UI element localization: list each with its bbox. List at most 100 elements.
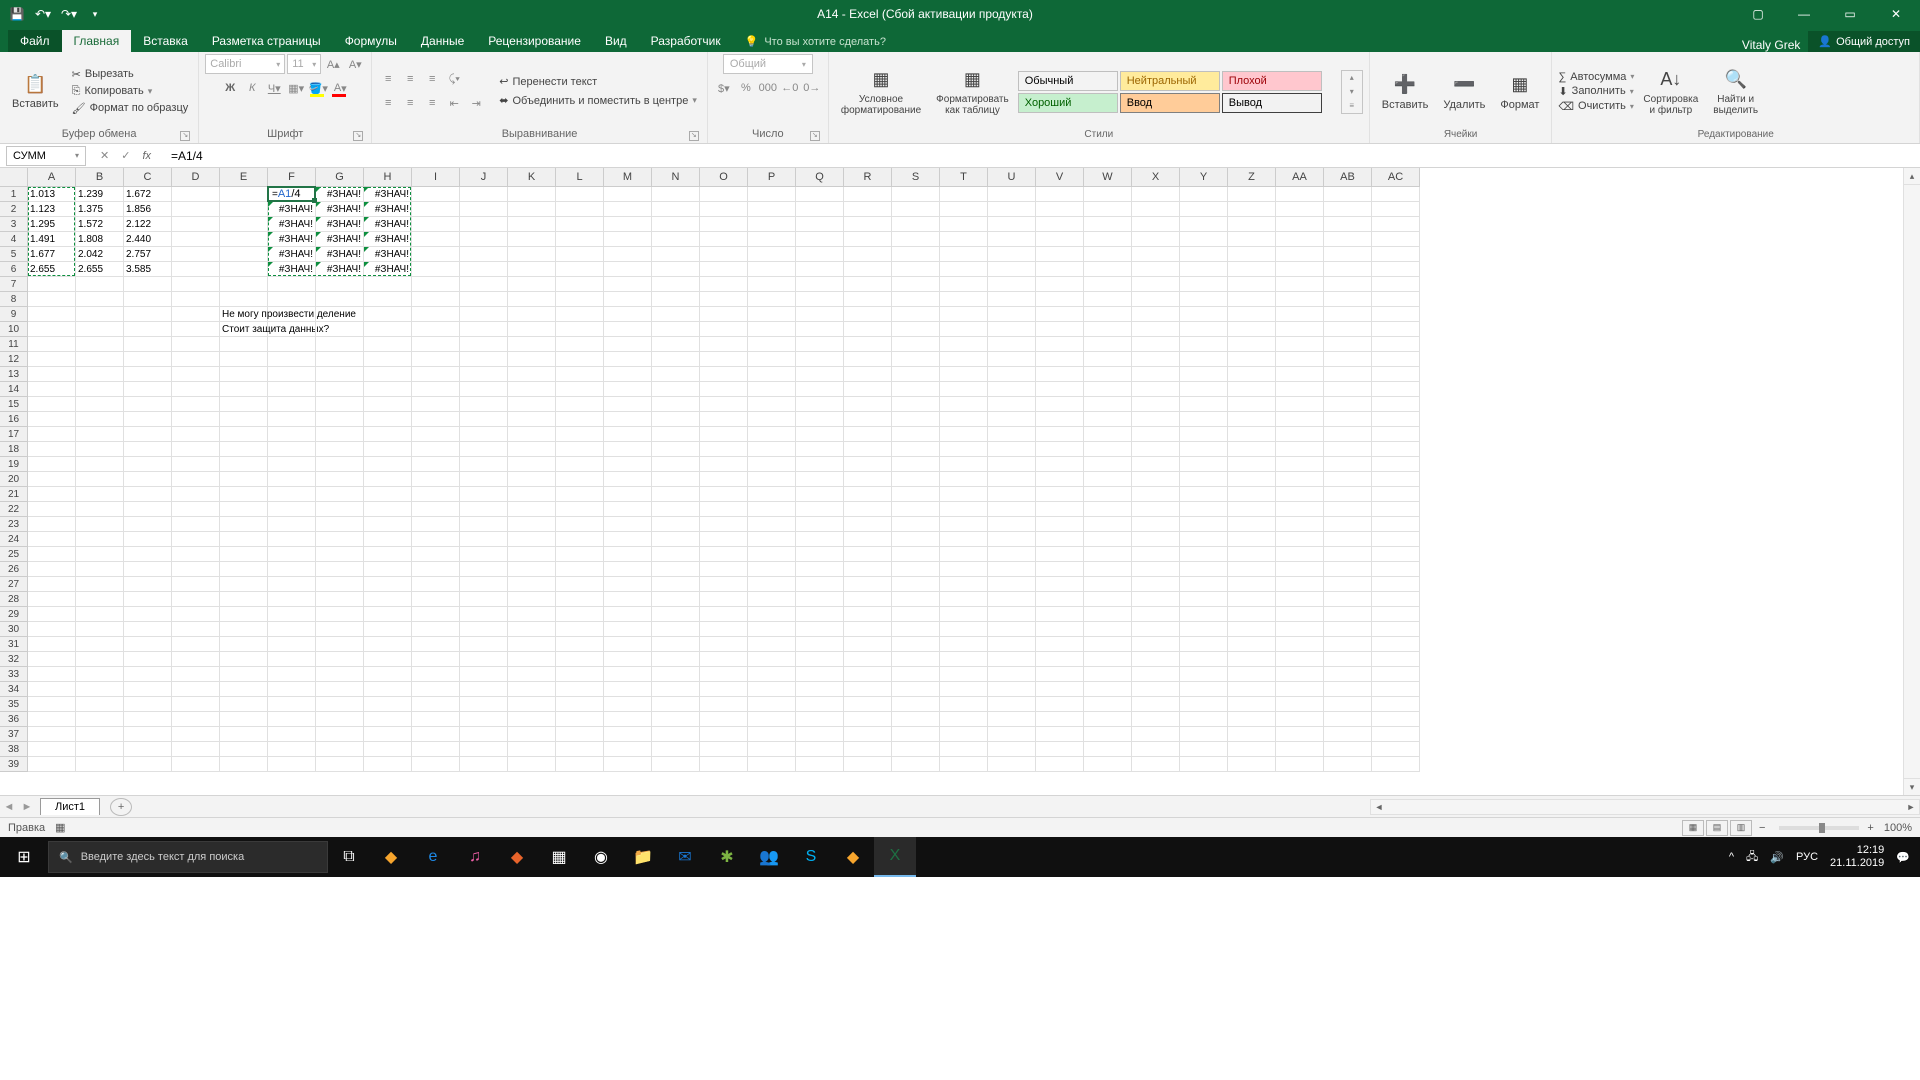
cell[interactable] — [844, 457, 892, 472]
cell[interactable] — [172, 682, 220, 697]
volume-icon[interactable]: 🔊 — [1770, 851, 1784, 864]
cell[interactable] — [76, 397, 124, 412]
cell[interactable] — [1084, 202, 1132, 217]
cell[interactable] — [556, 532, 604, 547]
cell[interactable] — [988, 622, 1036, 637]
cell[interactable] — [748, 457, 796, 472]
cell[interactable] — [988, 277, 1036, 292]
cell[interactable] — [1324, 217, 1372, 232]
cell[interactable] — [748, 712, 796, 727]
cell[interactable] — [748, 517, 796, 532]
cell[interactable] — [460, 337, 508, 352]
cell[interactable] — [316, 667, 364, 682]
cell[interactable] — [1132, 607, 1180, 622]
cell[interactable] — [892, 562, 940, 577]
tab-view[interactable]: Вид — [593, 30, 639, 52]
cell[interactable] — [988, 487, 1036, 502]
cell[interactable] — [460, 307, 508, 322]
close-button[interactable]: ✕ — [1876, 0, 1916, 28]
cell[interactable] — [172, 487, 220, 502]
cell[interactable] — [124, 727, 172, 742]
cell[interactable] — [1180, 727, 1228, 742]
cell[interactable] — [1036, 487, 1084, 502]
cell[interactable] — [556, 562, 604, 577]
cell[interactable] — [412, 712, 460, 727]
cell[interactable] — [940, 487, 988, 502]
fill-color-button[interactable]: 🪣▾ — [308, 78, 328, 98]
cell[interactable] — [1276, 217, 1324, 232]
align-middle-icon[interactable]: ≡ — [400, 69, 420, 89]
cell[interactable] — [1372, 697, 1420, 712]
cell[interactable]: 1.375 — [76, 202, 124, 217]
row-header[interactable]: 15 — [0, 397, 28, 412]
cell[interactable] — [652, 427, 700, 442]
cell[interactable] — [412, 382, 460, 397]
cell[interactable] — [1372, 502, 1420, 517]
cell[interactable] — [1372, 382, 1420, 397]
cell[interactable] — [364, 562, 412, 577]
cell[interactable] — [844, 367, 892, 382]
cell[interactable] — [1132, 547, 1180, 562]
cell[interactable] — [652, 607, 700, 622]
cell[interactable] — [1276, 682, 1324, 697]
cell[interactable] — [700, 637, 748, 652]
cell[interactable] — [1036, 682, 1084, 697]
cell[interactable] — [844, 637, 892, 652]
cell[interactable] — [124, 382, 172, 397]
cell[interactable] — [460, 397, 508, 412]
skype-icon[interactable]: S — [790, 837, 832, 877]
cell[interactable] — [28, 307, 76, 322]
cell[interactable] — [1372, 322, 1420, 337]
cell[interactable] — [28, 757, 76, 772]
row-header[interactable]: 23 — [0, 517, 28, 532]
cell[interactable] — [796, 277, 844, 292]
cell[interactable] — [892, 352, 940, 367]
cell[interactable] — [316, 577, 364, 592]
cell[interactable] — [556, 727, 604, 742]
cell[interactable] — [604, 532, 652, 547]
cell[interactable] — [364, 457, 412, 472]
cell[interactable] — [316, 562, 364, 577]
cell[interactable] — [220, 622, 268, 637]
col-header[interactable]: AA — [1276, 168, 1324, 187]
shrink-font-icon[interactable]: A▾ — [345, 54, 365, 74]
cell[interactable] — [1180, 277, 1228, 292]
cell[interactable] — [364, 337, 412, 352]
cell[interactable] — [796, 262, 844, 277]
cell[interactable] — [76, 562, 124, 577]
cell[interactable] — [364, 592, 412, 607]
dialog-launcher-icon[interactable]: ↘ — [180, 131, 190, 141]
cell[interactable] — [172, 547, 220, 562]
cell[interactable] — [364, 367, 412, 382]
cell[interactable] — [1084, 652, 1132, 667]
cell[interactable] — [1276, 667, 1324, 682]
cell[interactable] — [508, 307, 556, 322]
cell[interactable] — [1372, 607, 1420, 622]
cell[interactable] — [316, 397, 364, 412]
cell[interactable] — [604, 412, 652, 427]
cell[interactable] — [556, 712, 604, 727]
cell[interactable] — [556, 547, 604, 562]
cell[interactable] — [1276, 337, 1324, 352]
cell[interactable] — [556, 637, 604, 652]
cell[interactable] — [1084, 397, 1132, 412]
cell[interactable] — [1084, 532, 1132, 547]
cell[interactable] — [604, 607, 652, 622]
tab-layout[interactable]: Разметка страницы — [200, 30, 333, 52]
cell[interactable] — [844, 517, 892, 532]
cell[interactable] — [268, 637, 316, 652]
cell[interactable] — [1324, 667, 1372, 682]
cell[interactable] — [220, 607, 268, 622]
cell[interactable] — [124, 532, 172, 547]
cell[interactable] — [652, 277, 700, 292]
cell[interactable] — [460, 727, 508, 742]
cell[interactable] — [748, 337, 796, 352]
cell[interactable] — [700, 622, 748, 637]
copy-button[interactable]: ⎘Копировать ▾ — [68, 84, 193, 99]
cell[interactable] — [1180, 307, 1228, 322]
cell[interactable] — [1132, 382, 1180, 397]
cell[interactable] — [268, 322, 316, 337]
cell[interactable] — [556, 607, 604, 622]
cell[interactable] — [412, 187, 460, 202]
cell[interactable] — [700, 577, 748, 592]
